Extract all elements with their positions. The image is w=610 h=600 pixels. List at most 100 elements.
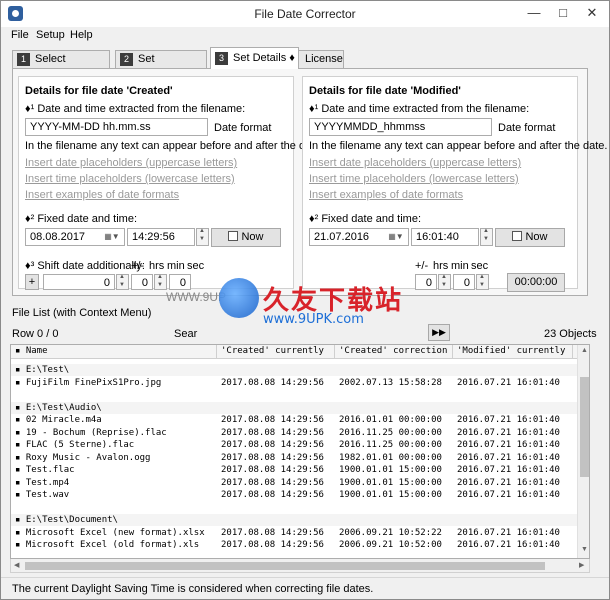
group-row[interactable]: ▪ E:\Test\ [11,364,577,376]
menu-help[interactable]: Help [70,29,93,41]
created-current-cell: 2017.08.08 14:29:56 [221,415,324,425]
scroll-right-icon[interactable]: ▶ [579,561,584,569]
created-now-button[interactable]: Now [211,228,281,247]
horizontal-scrollbar[interactable]: ◀ ▶ [10,559,590,573]
created-current-cell: 2017.08.08 14:29:56 [221,440,324,450]
tab-select-directory[interactable]: 1Select Directory [12,50,110,81]
checkbox-icon [228,231,239,241]
created-date-format-input[interactable]: YYYY-MM-DD hh.mm.ss [25,118,208,136]
menu-file[interactable]: File [11,29,29,41]
created-time-spinner[interactable] [196,228,209,246]
created-filename-hint: In the filename any text can appear befo… [25,140,324,152]
file-name-cell: ▪ 02 Miracle.m4a [15,415,102,425]
modified-shift-hrs-spinner[interactable] [438,274,451,290]
title-bar: File Date Corrector — □ ✕ [1,1,609,27]
table-row[interactable]: ▪ 02 Miracle.m4a 2017.08.08 14:29:56 2016.… [11,414,582,426]
modified-date-format-label: Date format [498,122,556,134]
scroll-down-icon[interactable]: ▼ [581,546,588,553]
created-shift-min-input[interactable]: 0 [169,274,191,290]
group-row[interactable]: ▪ E:\Test\Audio\ [11,401,577,414]
modified-fixed-section-label: ♦² Fixed date and time: [309,213,421,225]
scrollbar-thumb[interactable] [580,377,589,477]
modified-time-spinner[interactable] [480,228,493,246]
next-match-button[interactable]: ▶▶ [428,324,450,341]
created-current-cell: 2017.08.08 14:29:56 [221,540,324,550]
file-name-cell: ▪ Microsoft Excel (new format).xlsx [15,527,205,538]
menu-bar: File Setup Help [1,27,609,45]
created-shift-sign-button[interactable]: + [25,274,39,290]
group-path: ▪ E:\Test\Audio\ [15,402,102,413]
file-name-cell: ▪ FLAC (5 Sterne).flac [15,440,135,450]
table-row[interactable]: ▪ Roxy Music - Avalon.ogg 2017.08.08 14:2… [11,452,582,464]
created-current-cell: 2017.08.08 14:29:56 [221,490,324,500]
column-header-created-correction[interactable]: 'Created' correction [335,345,453,359]
menu-setup[interactable]: Setup [36,29,65,41]
column-header-created-current[interactable]: 'Created' currently [217,345,335,359]
file-name-cell: ▪ Roxy Music - Avalon.ogg [15,452,151,463]
created-time-input[interactable]: 14:29:56 [127,228,195,246]
modified-shift-hrs-input[interactable]: 0 [415,274,437,290]
table-row[interactable]: ▪ Test.mp4 2017.08.08 14:29:56 1900.01.01 … [11,477,582,489]
created-correction-cell: 2016.01.01 00:00:00 [339,415,442,425]
app-window: File Date Corrector — □ ✕ File Setup Hel… [0,0,610,600]
modified-heading: Details for file date 'Modified' [309,85,461,97]
created-heading: Details for file date 'Created' [25,85,173,97]
column-header-name[interactable]: ▪ Name [11,345,217,359]
modified-shift-min-input[interactable]: 0 [453,274,475,290]
modified-insert-date-placeholders-link[interactable]: Insert date placeholders (uppercase lett… [309,157,521,169]
file-list-table[interactable]: ▪ Name 'Created' currently 'Created' cor… [10,344,590,559]
table-row[interactable]: ▪ Microsoft Excel (old format).xls 2017.0… [11,539,582,551]
row-counter: Row 0 / 0 [12,328,59,340]
modified-current-cell: 2016.07.21 16:01:40 [457,440,560,450]
table-row[interactable]: ▪ 19 - Bochum (Reprise).flac 2017.08.08 1… [11,427,582,439]
calendar-dropdown-icon[interactable]: ▦▼ [385,229,407,245]
tab-set-details[interactable]: 3 Set Details ♦ [210,47,299,69]
scroll-left-icon[interactable]: ◀ [14,561,19,569]
scrollbar-thumb[interactable] [25,562,545,570]
column-header-modified-current[interactable]: 'Modified' currently [453,345,573,359]
created-shift-days-spinner[interactable] [116,274,129,290]
tab-set-correction[interactable]: 2Set Correction [115,50,207,81]
modified-insert-time-placeholders-link[interactable]: Insert time placeholders (lowercase lett… [309,173,519,185]
created-filename-section-label: ♦¹ Date and time extracted from the file… [25,103,246,115]
modified-insert-examples-link[interactable]: Insert examples of date formats [309,189,463,201]
now-button-label: Now [525,231,548,243]
table-row[interactable]: ▪ FujiFilm FinePixS1Pro.jpg 2017.08.08 14… [11,377,582,389]
close-icon[interactable]: ✕ [578,3,606,23]
modified-current-cell: 2016.07.21 16:01:40 [457,452,560,463]
created-current-cell: 2017.08.08 14:29:56 [221,527,324,538]
table-row[interactable]: ▪ Test.wav 2017.08.08 14:29:56 1900.01.01 … [11,489,582,501]
modified-now-button[interactable]: Now [495,228,565,247]
created-insert-date-placeholders-link[interactable]: Insert date placeholders (uppercase lett… [25,157,237,169]
created-shift-section-label: ♦³ Shift date additionally: [25,260,145,272]
modified-shift-min-spinner[interactable] [476,274,489,290]
modified-sec-label: sec [471,260,489,272]
table-row[interactable]: ▪ Test.flac 2017.08.08 14:29:56 1900.01.01… [11,464,582,476]
created-insert-examples-link[interactable]: Insert examples of date formats [25,189,179,201]
modified-shift-display[interactable]: 00:00:00 [507,273,565,292]
table-row[interactable]: ▪ Microsoft Excel (new format).xlsx 2017.… [11,527,582,539]
tab-number-badge: 3 [215,51,228,65]
modified-hrs-label: hrs [433,260,449,272]
modified-current-cell: 2016.07.21 16:01:40 [457,477,560,488]
maximize-icon[interactable]: □ [549,3,577,23]
watermark-url: www.9UPK.com [263,312,364,327]
tab-license[interactable]: License [298,50,344,68]
created-shift-hrs-input[interactable]: 0 [131,274,153,290]
file-name-cell: ▪ 19 - Bochum (Reprise).flac [15,427,167,438]
calendar-dropdown-icon[interactable]: ▦▼ [101,229,123,245]
group-row[interactable]: ▪ E:\Test\Document\ [11,514,577,526]
table-row[interactable]: ▪ FLAC (5 Sterne).flac 2017.08.08 14:29:5… [11,439,582,451]
created-correction-cell: 2002.07.13 15:58:28 [339,377,442,388]
created-insert-time-placeholders-link[interactable]: Insert time placeholders (lowercase lett… [25,173,235,185]
created-shift-hrs-spinner[interactable] [154,274,167,290]
created-shift-days-input[interactable]: 0 [43,274,115,290]
modified-date-format-input[interactable]: YYYYMMDD_hhmmss [309,118,492,136]
tab-label: Set Details ♦ [233,52,295,64]
scroll-up-icon[interactable]: ▲ [581,347,588,354]
created-correction-cell: 1900.01.01 15:00:00 [339,477,442,488]
created-fixed-section-label: ♦² Fixed date and time: [25,213,137,225]
modified-time-input[interactable]: 16:01:40 [411,228,479,246]
minimize-icon[interactable]: — [520,3,548,23]
vertical-scrollbar[interactable]: ▲ ▼ [577,345,589,558]
